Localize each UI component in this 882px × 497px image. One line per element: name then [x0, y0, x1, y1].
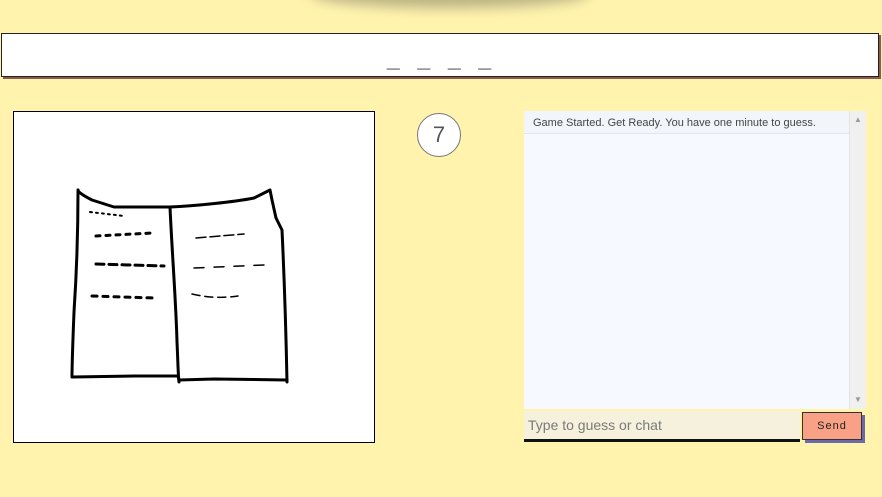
chat-scrollbar[interactable]: ▲ ▼ — [849, 111, 866, 409]
countdown-timer: 7 — [417, 113, 461, 157]
page-left-line-3 — [90, 294, 156, 300]
book-left-stroke — [70, 188, 80, 379]
chat-message: Game Started. Get Ready. You have one mi… — [524, 111, 850, 134]
book-spine-stroke — [168, 205, 181, 384]
book-outline-stroke — [76, 188, 289, 384]
chat-log: Game Started. Get Ready. You have one mi… — [524, 111, 850, 409]
page-right-line-3 — [191, 293, 239, 299]
guess-chat-input[interactable] — [524, 411, 800, 442]
page-right-line-1 — [195, 233, 245, 239]
page-left-dot — [89, 211, 125, 217]
chat-panel: Game Started. Get Ready. You have one mi… — [524, 111, 866, 409]
drawing-strokes — [70, 188, 289, 384]
page-left-line-2 — [94, 262, 166, 268]
page-left-line-1 — [94, 231, 154, 238]
send-button[interactable]: Send — [802, 412, 862, 440]
page-right-line-2 — [193, 264, 265, 269]
word-hint-bar: _ _ _ _ — [1, 33, 879, 77]
scroll-up-icon[interactable]: ▲ — [850, 113, 866, 127]
scroll-down-icon[interactable]: ▼ — [850, 393, 866, 407]
blurred-header-logo — [310, 0, 590, 8]
drawing-canvas[interactable] — [13, 111, 375, 443]
word-hint: _ _ _ _ — [386, 45, 494, 70]
